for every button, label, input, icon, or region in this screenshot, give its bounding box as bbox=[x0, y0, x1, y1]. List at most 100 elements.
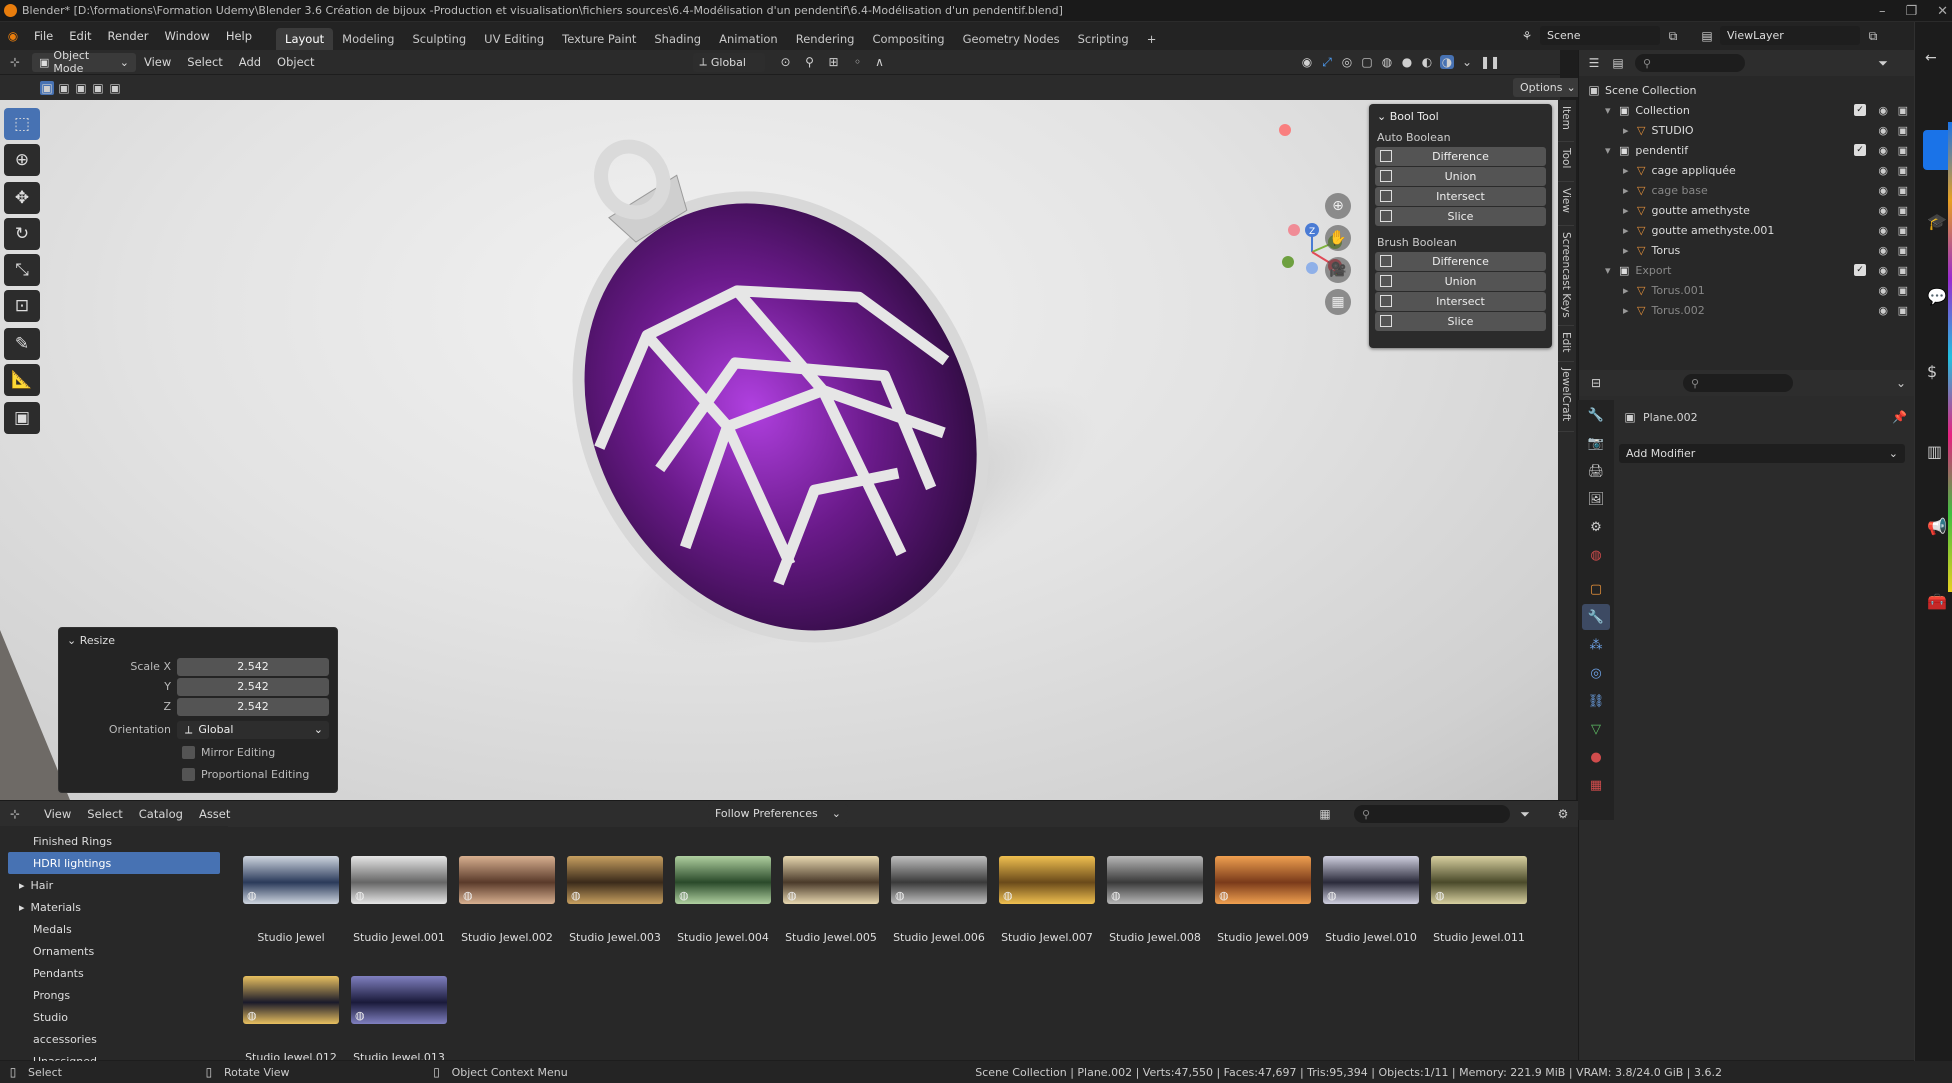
auto-slice-button[interactable]: Slice bbox=[1375, 207, 1546, 226]
scene-icon[interactable]: ⚘ bbox=[1520, 29, 1534, 43]
menu-window[interactable]: Window bbox=[156, 29, 217, 43]
falloff-icon[interactable]: ∧ bbox=[873, 55, 887, 69]
tab-view[interactable]: View bbox=[1558, 182, 1574, 226]
data-props-icon[interactable]: ▽ bbox=[1582, 716, 1610, 742]
eye-icon[interactable]: ◉ bbox=[1878, 124, 1888, 137]
catalog-item[interactable]: Finished Rings bbox=[0, 830, 228, 852]
tool-props-icon[interactable]: 🔧 bbox=[1582, 402, 1610, 428]
outliner-item[interactable]: ▸ ▽ goutte amethyste ◉ ▣ bbox=[1579, 200, 1914, 220]
tab-animation[interactable]: Animation bbox=[710, 28, 787, 50]
snap-target-icon[interactable]: ⊞ bbox=[827, 55, 841, 69]
select-intersect-icon[interactable]: ▣ bbox=[108, 81, 122, 95]
auto-intersect-button[interactable]: Intersect bbox=[1375, 187, 1546, 206]
catalog-item[interactable]: ▸ Hair bbox=[0, 874, 228, 896]
select-new-icon[interactable]: ▣ bbox=[40, 80, 54, 95]
catalog-item[interactable]: ▸ Materials bbox=[0, 896, 228, 918]
asset-thumbnail[interactable]: ◍ bbox=[999, 856, 1095, 904]
asset-thumbnail[interactable]: ◍ bbox=[891, 856, 987, 904]
scale-z-field[interactable]: 2.542 bbox=[177, 697, 329, 716]
tab-shading[interactable]: Shading bbox=[645, 28, 710, 50]
library-dropdown[interactable]: Follow Preferences ⌄ bbox=[708, 804, 848, 823]
chevron-down-icon[interactable]: ⌄ bbox=[1894, 376, 1908, 390]
add-cube-tool-icon[interactable]: ▣ bbox=[4, 402, 40, 434]
output-props-icon[interactable]: 🖨 bbox=[1582, 458, 1610, 484]
shading-options-icon[interactable]: ⌄ bbox=[1460, 55, 1474, 69]
brush-union-button[interactable]: Union bbox=[1375, 272, 1546, 291]
tab-jewelcraft[interactable]: JewelCraft bbox=[1558, 362, 1574, 432]
pin-icon[interactable]: 📌 bbox=[1892, 410, 1907, 424]
gizmo-icon[interactable]: ⤢ bbox=[1320, 55, 1334, 69]
render-camera-icon[interactable]: ▣ bbox=[1898, 164, 1908, 177]
orientation-dropdown[interactable]: ⟂ Global ⌄ bbox=[177, 720, 329, 739]
editor-type-icon[interactable]: ⊹ bbox=[8, 55, 22, 69]
ab-menu-catalog[interactable]: Catalog bbox=[131, 807, 191, 821]
proportional-editing-checkbox[interactable]: Proportional Editing bbox=[67, 763, 329, 785]
eye-icon[interactable]: ◉ bbox=[1878, 284, 1888, 297]
exclude-checkbox-icon[interactable]: ✓ bbox=[1854, 104, 1866, 116]
expand-right-icon[interactable]: ▸ bbox=[1623, 244, 1637, 257]
catalog-item[interactable]: Prongs bbox=[0, 984, 228, 1006]
catalog-item[interactable]: Medals bbox=[0, 918, 228, 940]
mode-dropdown[interactable]: ▣ Object Mode ⌄ bbox=[32, 49, 136, 75]
rendered-shading-icon[interactable]: ◑ bbox=[1440, 55, 1454, 69]
asset-thumbnail[interactable]: ◍ bbox=[1107, 856, 1203, 904]
chart-icon[interactable]: ▥ bbox=[1927, 442, 1942, 461]
texture-props-icon[interactable]: ▦ bbox=[1582, 772, 1610, 798]
exclude-checkbox-icon[interactable]: ✓ bbox=[1854, 144, 1866, 156]
scale-x-field[interactable]: 2.542 bbox=[177, 657, 329, 676]
pause-icon[interactable]: ❚❚ bbox=[1480, 55, 1500, 69]
tab-rendering[interactable]: Rendering bbox=[787, 28, 864, 50]
chat-icon[interactable]: 💬 bbox=[1927, 287, 1947, 306]
scene-selector[interactable]: Scene bbox=[1540, 26, 1660, 45]
add-modifier-dropdown[interactable]: Add Modifier ⌄ bbox=[1619, 444, 1905, 463]
select-subtract-icon[interactable]: ▣ bbox=[74, 81, 88, 95]
object-props-icon[interactable]: ▢ bbox=[1582, 576, 1610, 602]
asset-thumbnail[interactable]: ◍ bbox=[1215, 856, 1311, 904]
eye-icon[interactable]: ◉ bbox=[1878, 144, 1888, 157]
menu-render[interactable]: Render bbox=[100, 29, 157, 43]
rotate-tool-icon[interactable]: ↻ bbox=[4, 218, 40, 250]
annotate-tool-icon[interactable]: ✎ bbox=[4, 328, 40, 360]
ab-menu-asset[interactable]: Asset bbox=[191, 807, 238, 821]
tab-texture-paint[interactable]: Texture Paint bbox=[553, 28, 645, 50]
camera-view-icon[interactable]: 🎥 bbox=[1325, 257, 1351, 283]
menu-help[interactable]: Help bbox=[218, 29, 260, 43]
render-camera-icon[interactable]: ▣ bbox=[1898, 264, 1908, 277]
tab-uv-editing[interactable]: UV Editing bbox=[475, 28, 553, 50]
render-camera-icon[interactable]: ▣ bbox=[1898, 244, 1908, 257]
new-view-layer-icon[interactable]: ⧉ bbox=[1866, 29, 1880, 43]
expand-down-icon[interactable]: ▾ bbox=[1605, 144, 1619, 157]
render-props-icon[interactable]: 📷 bbox=[1582, 430, 1610, 456]
asset-thumbnail[interactable]: ◍ bbox=[1431, 856, 1527, 904]
eye-icon[interactable]: ◉ bbox=[1878, 224, 1888, 237]
view-layer-props-icon[interactable]: 🖼 bbox=[1582, 486, 1610, 512]
render-camera-icon[interactable]: ▣ bbox=[1898, 284, 1908, 297]
properties-editor-icon[interactable]: ⊟ bbox=[1589, 376, 1603, 390]
modifier-props-icon[interactable]: 🔧 bbox=[1582, 604, 1610, 630]
material-props-icon[interactable]: ● bbox=[1582, 744, 1610, 770]
view-layer-selector[interactable]: ViewLayer bbox=[1720, 26, 1860, 45]
expand-right-icon[interactable]: ▸ bbox=[1623, 284, 1637, 297]
close-icon[interactable]: ✕ bbox=[1937, 4, 1948, 19]
tab-item[interactable]: Item bbox=[1558, 100, 1574, 142]
tab-scripting[interactable]: Scripting bbox=[1069, 28, 1138, 50]
catalog-item[interactable]: HDRI lightings bbox=[8, 852, 220, 874]
eye-icon[interactable]: ◉ bbox=[1878, 304, 1888, 317]
filter-icon[interactable]: ⏷ bbox=[1876, 56, 1890, 70]
xray-icon[interactable]: ▢ bbox=[1360, 55, 1374, 69]
brush-slice-button[interactable]: Slice bbox=[1375, 312, 1546, 331]
tab-geometry-nodes[interactable]: Geometry Nodes bbox=[954, 28, 1069, 50]
view-layer-icon[interactable]: ▤ bbox=[1700, 29, 1714, 43]
catalog-item[interactable]: accessories bbox=[0, 1028, 228, 1050]
solid-shading-icon[interactable]: ● bbox=[1400, 55, 1414, 69]
asset-thumbnail[interactable]: ◍ bbox=[243, 976, 339, 1024]
menu-edit[interactable]: Edit bbox=[61, 29, 99, 43]
snap-icon[interactable]: ⚲ bbox=[803, 55, 817, 69]
tab-layout[interactable]: Layout bbox=[276, 28, 334, 50]
measure-tool-icon[interactable]: 📐 bbox=[4, 364, 40, 396]
graduation-icon[interactable]: 🎓 bbox=[1927, 212, 1947, 231]
display-mode-icon[interactable]: ▦ bbox=[1318, 807, 1332, 821]
arrow-left-icon[interactable]: ← bbox=[1925, 50, 1937, 66]
dollar-icon[interactable]: $ bbox=[1927, 362, 1937, 381]
settings-gear-icon[interactable]: ⚙ bbox=[1556, 807, 1570, 821]
